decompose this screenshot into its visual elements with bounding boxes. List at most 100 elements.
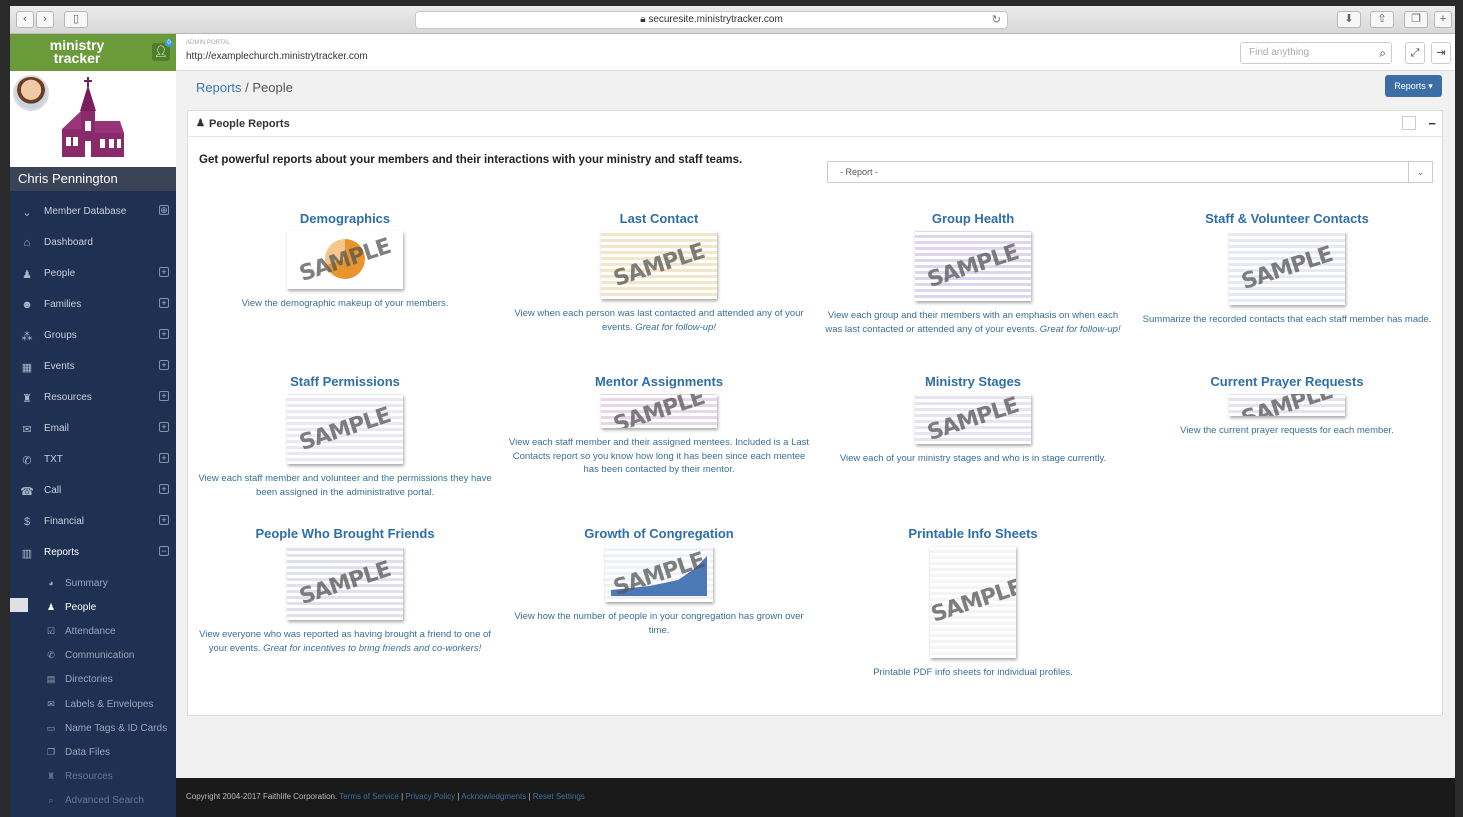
sidebar-item-dashboard[interactable]: ⌂ Dashboard: [10, 228, 176, 259]
search-input[interactable]: Find anything ⌕: [1240, 42, 1392, 64]
logo[interactable]: ministry tracker 👤︎ 0: [10, 34, 176, 71]
report-title[interactable]: Current Prayer Requests: [1132, 374, 1442, 394]
sidebar-item-groups[interactable]: ⁂ Groups +: [10, 321, 176, 352]
user-name[interactable]: Chris Pennington: [10, 167, 176, 191]
logout-icon[interactable]: ⇥: [1431, 42, 1451, 64]
sidebar-item-label: Dashboard: [44, 237, 93, 248]
reload-icon[interactable]: ↻: [992, 12, 1001, 28]
top-header: ADMIN PORTAL http://examplechurch.minist…: [176, 34, 1455, 71]
sidebar-item-member-database[interactable]: ⌄ Member Database ⊕: [10, 197, 176, 228]
share-icon[interactable]: ⇧: [1370, 11, 1394, 28]
fullscreen-icon[interactable]: ⤢: [1405, 42, 1425, 64]
submenu-item-name-tags-id-cards[interactable]: ▭ Name Tags & ID Cards: [10, 717, 176, 741]
report-select[interactable]: - Report - ⌄: [827, 161, 1433, 183]
report-card-group-health[interactable]: Group Health SAMPLE View each group and th…: [818, 211, 1128, 336]
collapse-icon[interactable]: −: [1428, 111, 1436, 137]
breadcrumb-reports-link[interactable]: Reports: [196, 80, 242, 95]
sidebar-item-families[interactable]: ☻ Families +: [10, 290, 176, 321]
expand-icon[interactable]: ⊕: [159, 205, 169, 215]
submenu-item-advanced-search[interactable]: ⌕ Advanced Search: [10, 789, 176, 813]
church-url[interactable]: http://examplechurch.ministrytracker.com: [186, 51, 368, 62]
report-thumbnail[interactable]: SAMPLE: [930, 546, 1016, 658]
search-icon[interactable]: ⌕: [1379, 43, 1386, 63]
submenu-item-summary[interactable]: ◕ Summary: [10, 572, 176, 596]
sidebar-item-financial[interactable]: $ Financial +: [10, 507, 176, 538]
expand-icon[interactable]: −: [159, 546, 169, 556]
report-card-growth-of-congregation[interactable]: Growth of Congregation SAMPLE View how the…: [504, 526, 814, 637]
report-card-people-who-brought-friends[interactable]: People Who Brought Friends SAMPLE View eve…: [190, 526, 500, 655]
report-title[interactable]: Staff & Volunteer Contacts: [1132, 211, 1442, 231]
avatar[interactable]: [13, 75, 49, 111]
report-card-last-contact[interactable]: Last Contact SAMPLE View when each person …: [504, 211, 814, 334]
report-title[interactable]: People Who Brought Friends: [190, 526, 500, 546]
chevron-down-icon[interactable]: ⌄: [1408, 162, 1432, 182]
report-card-ministry-stages[interactable]: Ministry Stages SAMPLE View each of your m…: [818, 374, 1128, 466]
report-thumbnail[interactable]: SAMPLE: [1229, 231, 1345, 305]
report-card-demographics[interactable]: Demographics SAMPLE View the demographic m…: [190, 211, 500, 311]
report-title[interactable]: Staff Permissions: [190, 374, 500, 394]
report-thumbnail[interactable]: SAMPLE: [915, 394, 1031, 444]
report-title[interactable]: Printable Info Sheets: [818, 526, 1128, 546]
submenu-item-resources[interactable]: ♜ Resources: [10, 765, 176, 789]
report-thumbnail[interactable]: SAMPLE: [287, 394, 403, 464]
footer-link-acknowledgments[interactable]: Acknowledgments: [461, 792, 526, 801]
expand-icon[interactable]: +: [159, 422, 169, 432]
footer-link-privacy-policy[interactable]: Privacy Policy: [405, 792, 455, 801]
report-title[interactable]: Mentor Assignments: [504, 374, 814, 394]
tabs-icon[interactable]: ❐: [1404, 11, 1428, 28]
expand-icon[interactable]: +: [159, 391, 169, 401]
submenu-item-communication[interactable]: ✆ Communication: [10, 644, 176, 668]
report-card-mentor-assignments[interactable]: Mentor Assignments SAMPLE View each staff …: [504, 374, 814, 477]
submenu-item-label: Summary: [65, 578, 108, 589]
active-indicator: [10, 598, 28, 613]
report-card-printable-info-sheets[interactable]: Printable Info Sheets SAMPLE Printable PDF…: [818, 526, 1128, 680]
expand-icon[interactable]: +: [159, 298, 169, 308]
forward-icon[interactable]: ›: [36, 11, 54, 28]
expand-icon[interactable]: +: [159, 267, 169, 277]
new-tab-icon[interactable]: +: [1434, 11, 1452, 28]
submenu-item-data-files[interactable]: ❐ Data Files: [10, 741, 176, 765]
footer-link-terms-of-service[interactable]: Terms of Service: [339, 792, 399, 801]
report-thumbnail[interactable]: SAMPLE: [601, 394, 717, 428]
report-thumbnail[interactable]: SAMPLE: [605, 546, 713, 602]
submenu-item-label: Data Files: [65, 746, 111, 758]
footer-link-reset-settings[interactable]: Reset Settings: [533, 792, 585, 801]
submenu-item-people[interactable]: ♟ People: [10, 596, 176, 620]
report-thumbnail[interactable]: SAMPLE: [1229, 394, 1345, 416]
submenu-item-attendance[interactable]: ☑ Attendance: [10, 620, 176, 644]
expand-icon[interactable]: +: [159, 329, 169, 339]
report-thumbnail[interactable]: SAMPLE: [287, 231, 403, 289]
submenu-item-directories[interactable]: ▤ Directories: [10, 668, 176, 692]
download-icon[interactable]: ⬇: [1337, 11, 1361, 28]
back-icon[interactable]: ‹: [16, 11, 34, 28]
address-bar[interactable]: 🔒︎ securesite.ministrytracker.com ↻: [415, 11, 1008, 29]
sidebar-item-people[interactable]: ♟ People +: [10, 259, 176, 290]
submenu-item-labels-envelopes[interactable]: ✉ Labels & Envelopes: [10, 693, 176, 717]
sidebar-item-call[interactable]: ☎ Call +: [10, 476, 176, 507]
report-thumbnail[interactable]: SAMPLE: [601, 231, 717, 299]
sidebar-item-reports[interactable]: ▥ Reports −: [10, 538, 176, 569]
sidebar-item-resources[interactable]: ♜ Resources +: [10, 383, 176, 414]
sidebar-toggle-icon[interactable]: ▯: [64, 11, 88, 28]
expand-icon[interactable]: +: [159, 484, 169, 494]
expand-icon[interactable]: +: [159, 360, 169, 370]
report-title[interactable]: Ministry Stages: [818, 374, 1128, 394]
report-card-staff-volunteer-contacts[interactable]: Staff & Volunteer Contacts SAMPLE Summariz…: [1132, 211, 1442, 327]
report-card-staff-permissions[interactable]: Staff Permissions SAMPLE View each staff m…: [190, 374, 500, 499]
report-thumbnail[interactable]: SAMPLE: [287, 546, 403, 620]
report-title[interactable]: Demographics: [190, 211, 500, 231]
report-title[interactable]: Growth of Congregation: [504, 526, 814, 546]
sidebar-item-email[interactable]: ✉ Email +: [10, 414, 176, 445]
sidebar-item-txt[interactable]: ✆ TXT +: [10, 445, 176, 476]
report-thumbnail[interactable]: SAMPLE: [915, 231, 1031, 301]
report-title[interactable]: Group Health: [818, 211, 1128, 231]
report-card-current-prayer-requests[interactable]: Current Prayer RequestsSAMPLE View the cu…: [1132, 374, 1442, 438]
logo-text: ministry tracker: [49, 37, 105, 66]
report-title[interactable]: Last Contact: [504, 211, 814, 231]
panel-checkbox[interactable]: [1402, 116, 1416, 130]
expand-icon[interactable]: +: [159, 453, 169, 463]
sidebar-item-label: People: [44, 268, 76, 279]
sidebar-item-events[interactable]: ▦ Events +: [10, 352, 176, 383]
reports-dropdown-button[interactable]: Reports ▾: [1385, 75, 1442, 97]
expand-icon[interactable]: +: [159, 515, 169, 525]
